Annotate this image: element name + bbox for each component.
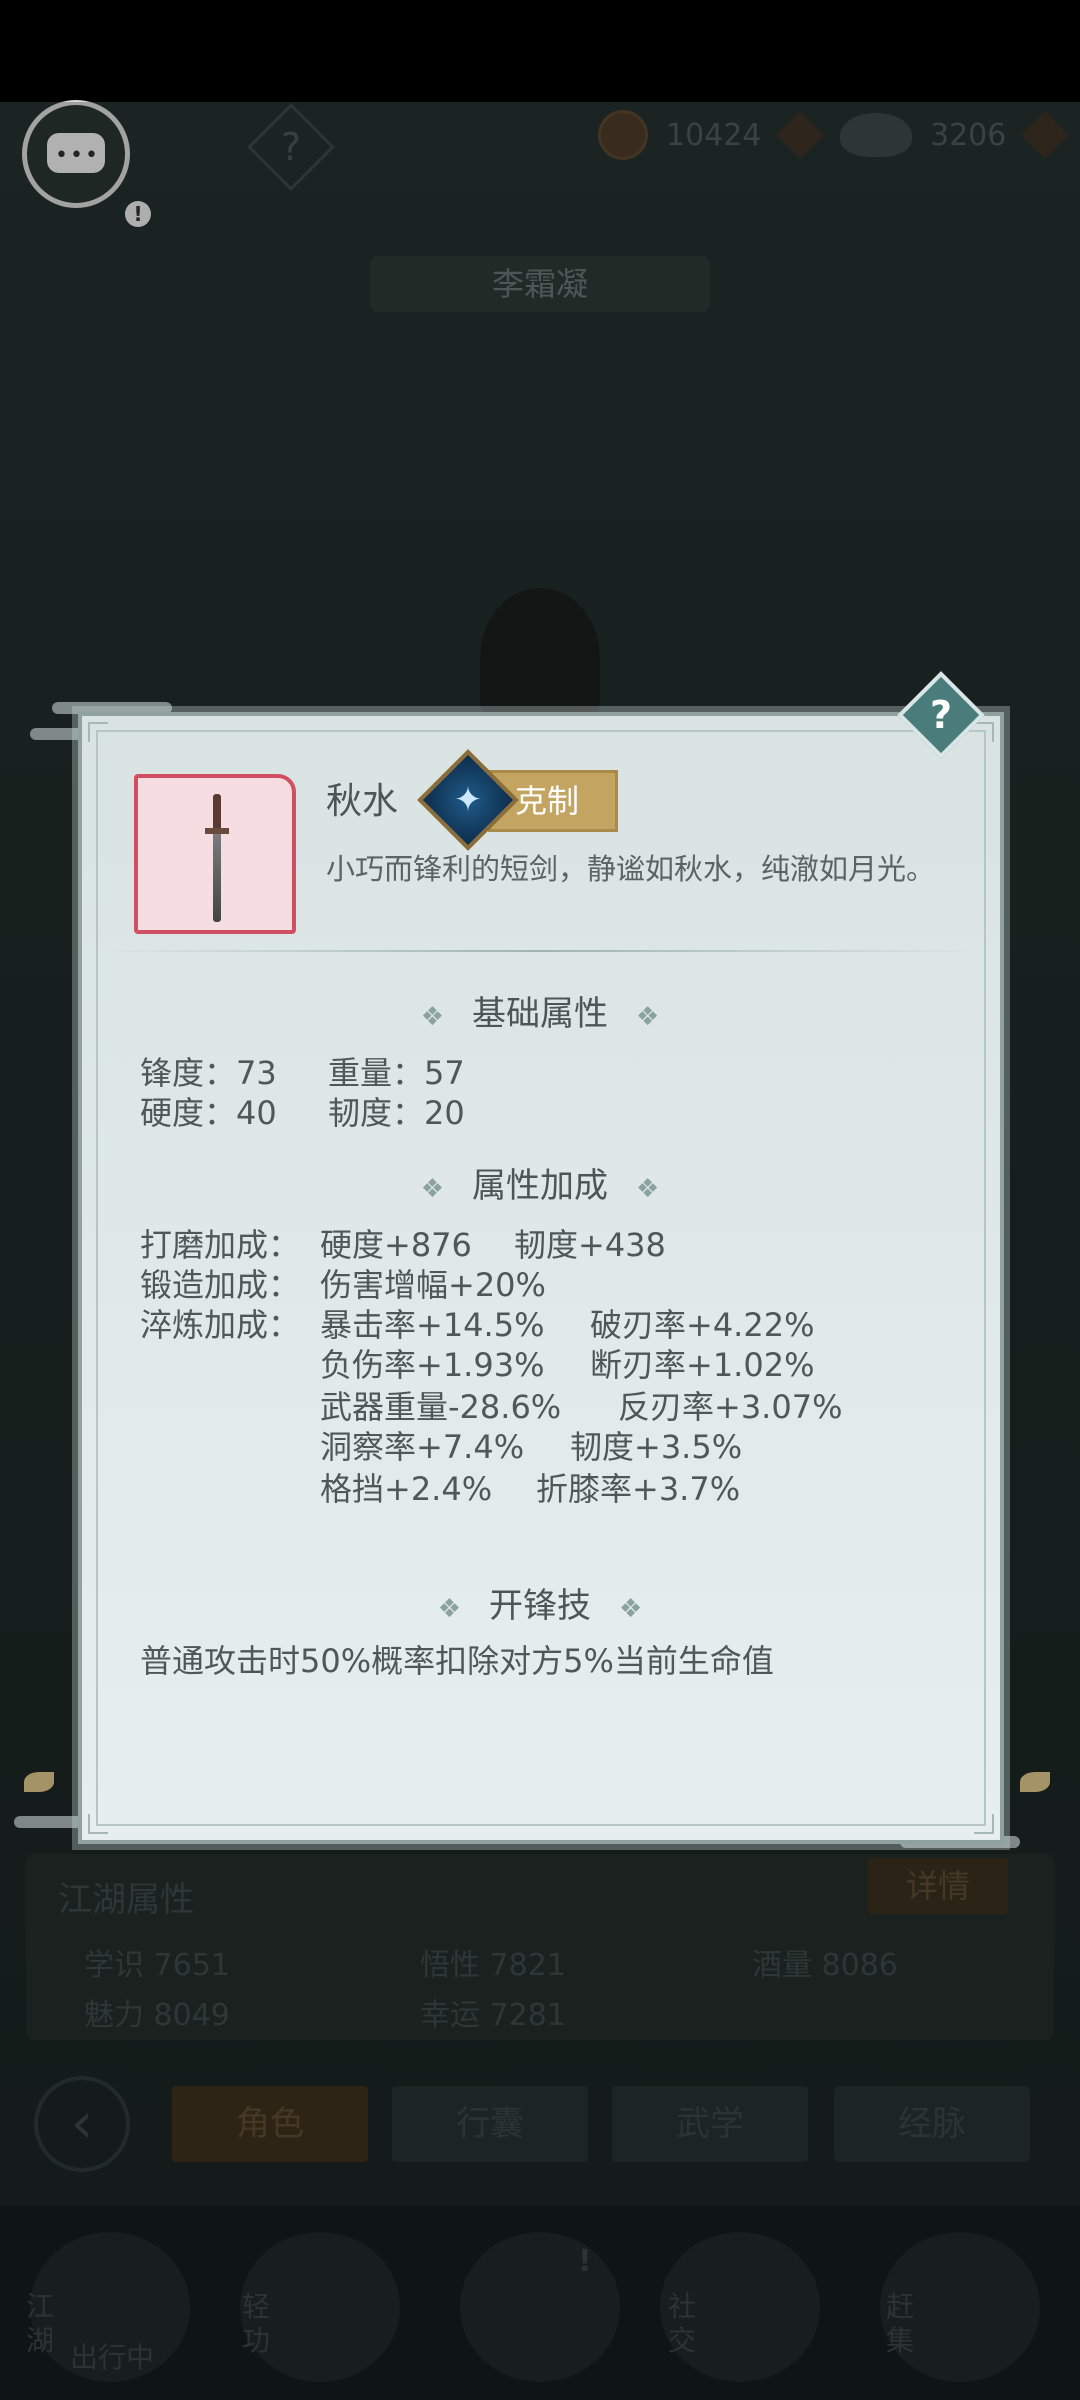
attr-hardness: 硬度：40 xyxy=(140,1094,277,1132)
sword-icon xyxy=(213,794,221,922)
temper-bonus-snap: 断刃率+1.02% xyxy=(590,1346,815,1384)
temper-bonus-kneel: 折膝率+3.7% xyxy=(536,1470,741,1508)
divider xyxy=(106,950,974,952)
status-bar xyxy=(0,0,1080,102)
butterfly-icon-right xyxy=(1020,1772,1050,1792)
sword-guard xyxy=(205,828,229,834)
item-name: 秋水 xyxy=(326,781,399,822)
ornament-icon: ❖ xyxy=(619,1594,643,1624)
temper-bonus-insight: 洞察率+7.4% xyxy=(320,1428,525,1466)
temper-bonus-label: 淬炼加成： xyxy=(140,1306,301,1344)
temper-bonus-block: 格挡+2.4% xyxy=(320,1470,493,1508)
ornament-icon: ❖ xyxy=(636,1002,660,1032)
temper-bonus-toughness: 韧度+3.5% xyxy=(570,1428,743,1466)
skill-title-label: 开锋技 xyxy=(489,1586,591,1626)
bonus-attributes-title: ❖ 属性加成 ❖ xyxy=(0,1158,1080,1207)
ornament-icon: ❖ xyxy=(420,1002,444,1032)
ornament-icon: ❖ xyxy=(420,1174,444,1204)
skill-description: 普通攻击时50%概率扣除对方5%当前生命值 xyxy=(140,1642,774,1680)
basic-attributes-label: 基础属性 xyxy=(472,994,608,1034)
item-icon-frame xyxy=(134,774,296,934)
temper-bonus-injury: 负伤率+1.93% xyxy=(320,1346,545,1384)
corner-ornament xyxy=(974,722,994,742)
ornament-icon: ❖ xyxy=(636,1174,660,1204)
corner-ornament xyxy=(88,1814,108,1834)
help-glyph: ? xyxy=(929,693,953,737)
basic-attributes-title: ❖ 基础属性 ❖ xyxy=(0,986,1080,1035)
corner-ornament xyxy=(88,722,108,742)
attr-toughness: 韧度：20 xyxy=(328,1094,465,1132)
corner-ornament xyxy=(974,1814,994,1834)
skill-title: ❖ 开锋技 ❖ xyxy=(0,1578,1080,1627)
bonus-attributes-label: 属性加成 xyxy=(472,1166,608,1206)
item-description: 小巧而锋利的短剑，静谧如秋水，纯澈如月光。 xyxy=(326,852,936,886)
butterfly-icon-left xyxy=(24,1772,54,1792)
ornament-icon: ❖ xyxy=(437,1594,461,1624)
